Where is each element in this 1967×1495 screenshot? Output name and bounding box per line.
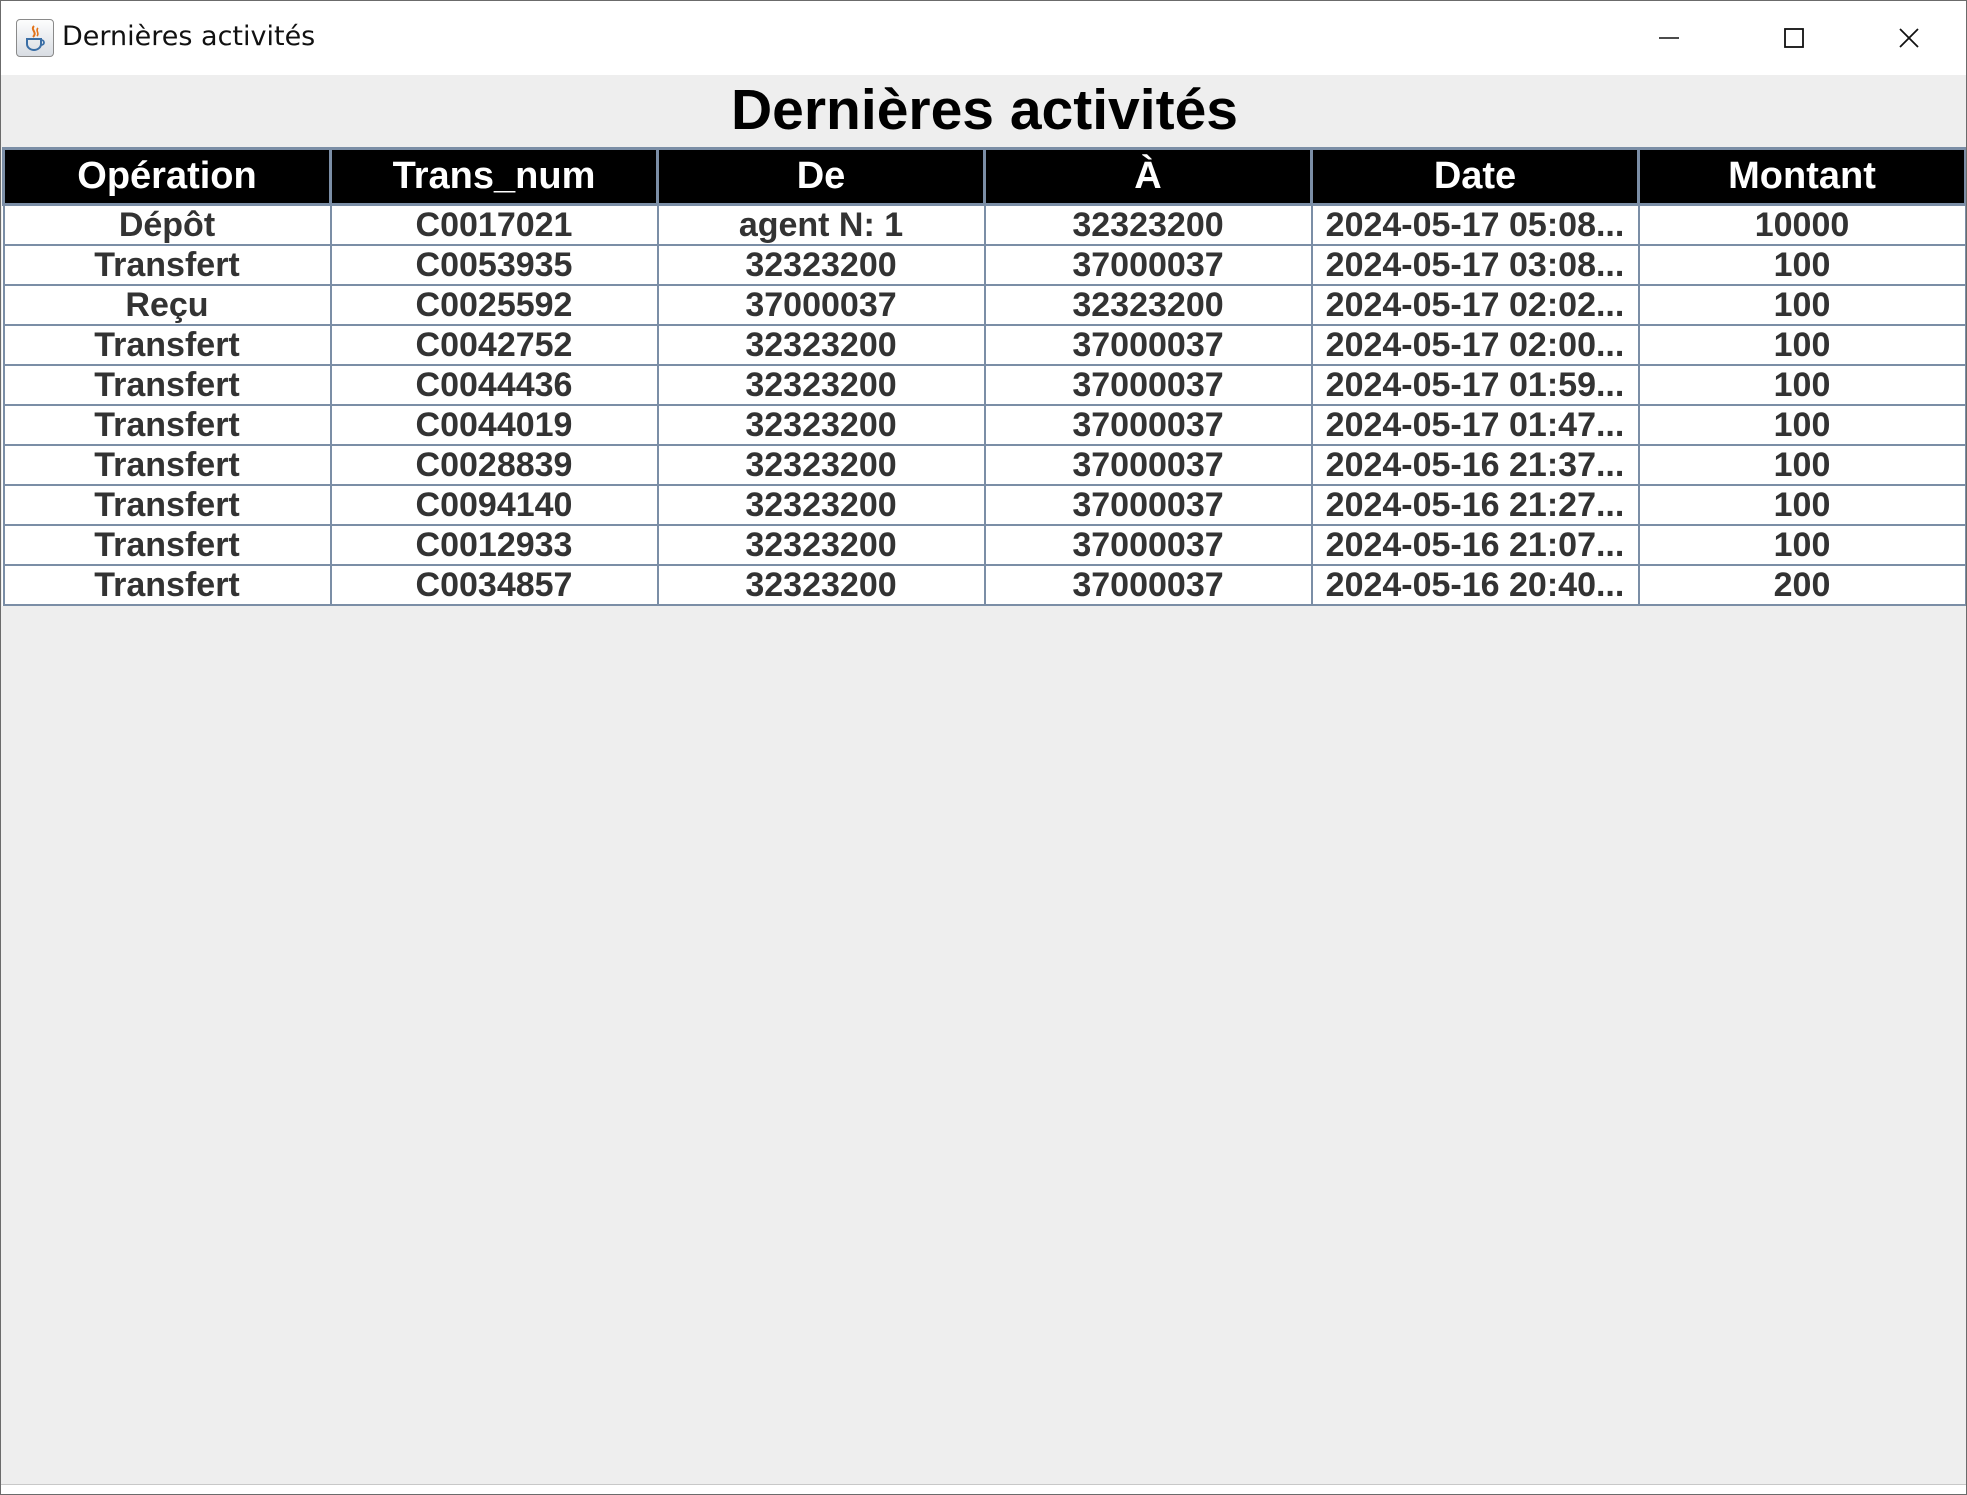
cell-a[interactable]: 37000037 bbox=[983, 523, 1313, 566]
cell-trans-num[interactable]: C0042752 bbox=[329, 323, 659, 366]
cell-de[interactable]: agent N: 1 bbox=[656, 203, 986, 246]
cell-date[interactable]: 2024-05-16 21:07... bbox=[1310, 523, 1640, 566]
page-title: Dernières activités bbox=[731, 78, 1238, 142]
cell-date[interactable]: 2024-05-17 01:59... bbox=[1310, 363, 1640, 406]
cell-operation[interactable]: Transfert bbox=[2, 403, 332, 446]
table-row[interactable]: Transfert C0012933 32323200 37000037 202… bbox=[2, 523, 1966, 566]
cell-de[interactable]: 32323200 bbox=[656, 563, 986, 606]
cell-trans-num[interactable]: C0012933 bbox=[329, 523, 659, 566]
table-row[interactable]: Transfert C0044436 32323200 37000037 202… bbox=[2, 363, 1966, 406]
column-header-trans-num[interactable]: Trans_num bbox=[329, 147, 659, 206]
title-bar[interactable]: Dernières activités bbox=[1, 1, 1966, 75]
cell-trans-num[interactable]: C0034857 bbox=[329, 563, 659, 606]
table-row[interactable]: Transfert C0028839 32323200 37000037 202… bbox=[2, 443, 1966, 486]
cell-date[interactable]: 2024-05-17 02:00... bbox=[1310, 323, 1640, 366]
cell-montant[interactable]: 100 bbox=[1637, 483, 1966, 526]
column-header-de[interactable]: De bbox=[656, 147, 986, 206]
cell-trans-num[interactable]: C0044436 bbox=[329, 363, 659, 406]
table-row[interactable]: Dépôt C0017021 agent N: 1 32323200 2024-… bbox=[2, 203, 1966, 246]
window-bottom-border bbox=[1, 1484, 1966, 1494]
cell-operation[interactable]: Transfert bbox=[2, 523, 332, 566]
column-header-date[interactable]: Date bbox=[1310, 147, 1640, 206]
cell-montant[interactable]: 100 bbox=[1637, 363, 1966, 406]
cell-a[interactable]: 32323200 bbox=[983, 283, 1313, 326]
column-header-montant[interactable]: Montant bbox=[1637, 147, 1966, 206]
java-cup-icon[interactable] bbox=[16, 19, 54, 57]
cell-a[interactable]: 37000037 bbox=[983, 243, 1313, 286]
column-header-a[interactable]: À bbox=[983, 147, 1313, 206]
cell-de[interactable]: 32323200 bbox=[656, 483, 986, 526]
cell-a[interactable]: 37000037 bbox=[983, 483, 1313, 526]
close-icon bbox=[1898, 28, 1919, 48]
table-row[interactable]: Transfert C0053935 32323200 37000037 202… bbox=[2, 243, 1966, 286]
cell-trans-num[interactable]: C0044019 bbox=[329, 403, 659, 446]
cell-montant[interactable]: 100 bbox=[1637, 443, 1966, 486]
cell-a[interactable]: 37000037 bbox=[983, 363, 1313, 406]
cell-trans-num[interactable]: C0025592 bbox=[329, 283, 659, 326]
table-row[interactable]: Transfert C0094140 32323200 37000037 202… bbox=[2, 483, 1966, 526]
minimize-icon bbox=[1658, 37, 1679, 39]
maximize-button[interactable] bbox=[1736, 1, 1851, 75]
cell-de[interactable]: 32323200 bbox=[656, 243, 986, 286]
cell-a[interactable]: 37000037 bbox=[983, 323, 1313, 366]
cell-operation[interactable]: Transfert bbox=[2, 363, 332, 406]
cell-montant[interactable]: 100 bbox=[1637, 403, 1966, 446]
cell-a[interactable]: 37000037 bbox=[983, 403, 1313, 446]
cell-date[interactable]: 2024-05-16 21:37... bbox=[1310, 443, 1640, 486]
cell-trans-num[interactable]: C0017021 bbox=[329, 203, 659, 246]
cell-date[interactable]: 2024-05-17 01:47... bbox=[1310, 403, 1640, 446]
cell-date[interactable]: 2024-05-16 21:27... bbox=[1310, 483, 1640, 526]
cell-montant[interactable]: 100 bbox=[1637, 523, 1966, 566]
table-header-row: Opération Trans_num De À Date Montant bbox=[2, 147, 1966, 206]
cell-de[interactable]: 37000037 bbox=[656, 283, 986, 326]
maximize-icon bbox=[1783, 28, 1804, 48]
cell-a[interactable]: 32323200 bbox=[983, 203, 1313, 246]
close-button[interactable] bbox=[1851, 1, 1966, 75]
cell-de[interactable]: 32323200 bbox=[656, 363, 986, 406]
cell-de[interactable]: 32323200 bbox=[656, 403, 986, 446]
cell-a[interactable]: 37000037 bbox=[983, 443, 1313, 486]
column-header-operation[interactable]: Opération bbox=[2, 147, 332, 206]
window-title: Dernières activités bbox=[62, 21, 316, 52]
cell-montant[interactable]: 200 bbox=[1637, 563, 1966, 606]
cell-operation[interactable]: Dépôt bbox=[2, 203, 332, 246]
minimize-button[interactable] bbox=[1611, 1, 1726, 75]
app-window: Dernières activités Dernières activités bbox=[0, 0, 1967, 1495]
cell-montant[interactable]: 100 bbox=[1637, 243, 1966, 286]
cell-de[interactable]: 32323200 bbox=[656, 523, 986, 566]
cell-trans-num[interactable]: C0028839 bbox=[329, 443, 659, 486]
cell-montant[interactable]: 10000 bbox=[1637, 203, 1966, 246]
table-row[interactable]: Transfert C0044019 32323200 37000037 202… bbox=[2, 403, 1966, 446]
cell-operation[interactable]: Transfert bbox=[2, 323, 332, 366]
cell-a[interactable]: 37000037 bbox=[983, 563, 1313, 606]
cell-trans-num[interactable]: C0053935 bbox=[329, 243, 659, 286]
table-row[interactable]: Transfert C0042752 32323200 37000037 202… bbox=[2, 323, 1966, 366]
cell-date[interactable]: 2024-05-17 05:08... bbox=[1310, 203, 1640, 246]
activities-table[interactable]: Opération Trans_num De À Date Montant Dé… bbox=[2, 147, 1966, 606]
cell-operation[interactable]: Reçu bbox=[2, 283, 332, 326]
cell-date[interactable]: 2024-05-17 03:08... bbox=[1310, 243, 1640, 286]
cell-operation[interactable]: Transfert bbox=[2, 483, 332, 526]
cell-de[interactable]: 32323200 bbox=[656, 443, 986, 486]
cell-operation[interactable]: Transfert bbox=[2, 243, 332, 286]
table-row[interactable]: Reçu C0025592 37000037 32323200 2024-05-… bbox=[2, 283, 1966, 326]
cell-montant[interactable]: 100 bbox=[1637, 283, 1966, 326]
cell-date[interactable]: 2024-05-16 20:40... bbox=[1310, 563, 1640, 606]
cell-operation[interactable]: Transfert bbox=[2, 563, 332, 606]
cell-date[interactable]: 2024-05-17 02:02... bbox=[1310, 283, 1640, 326]
cell-montant[interactable]: 100 bbox=[1637, 323, 1966, 366]
cell-operation[interactable]: Transfert bbox=[2, 443, 332, 486]
content-panel: Dernières activités Opération Trans_num … bbox=[1, 75, 1966, 1485]
cell-trans-num[interactable]: C0094140 bbox=[329, 483, 659, 526]
table-row[interactable]: Transfert C0034857 32323200 37000037 202… bbox=[2, 563, 1966, 606]
cell-de[interactable]: 32323200 bbox=[656, 323, 986, 366]
